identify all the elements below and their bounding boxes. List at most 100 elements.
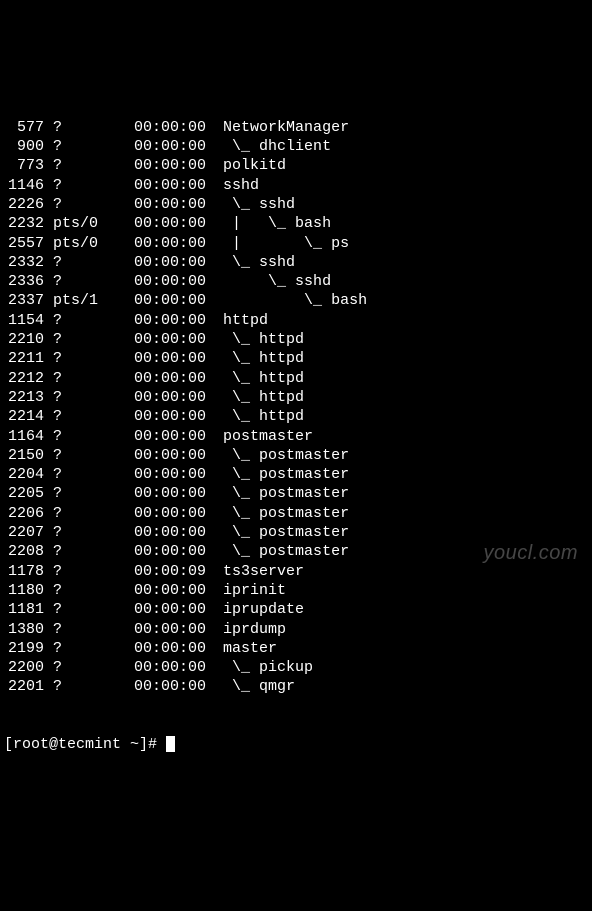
pid: 900 <box>4 137 44 156</box>
command: \_ httpd <box>223 369 304 388</box>
process-row: 2204 ? 00:00:00 \_ postmaster <box>4 465 588 484</box>
time: 00:00:00 <box>134 330 214 349</box>
command: \_ postmaster <box>223 484 349 503</box>
process-row: 1154 ? 00:00:00 httpd <box>4 311 588 330</box>
process-row: 1181 ? 00:00:00 iprupdate <box>4 600 588 619</box>
pid: 1181 <box>4 600 44 619</box>
process-row: 2557 pts/0 00:00:00 | \_ ps <box>4 234 588 253</box>
process-row: 2226 ? 00:00:00 \_ sshd <box>4 195 588 214</box>
tty: ? <box>53 137 107 156</box>
pid: 2208 <box>4 542 44 561</box>
command: \_ dhclient <box>223 137 331 156</box>
command: \_ sshd <box>223 253 295 272</box>
command: \_ pickup <box>223 658 313 677</box>
terminal-output[interactable]: 577 ? 00:00:00 NetworkManager900 ? 00:00… <box>0 77 592 776</box>
time: 00:00:00 <box>134 195 214 214</box>
pid: 2201 <box>4 677 44 696</box>
pid: 773 <box>4 156 44 175</box>
tty: ? <box>53 600 107 619</box>
tty: ? <box>53 407 107 426</box>
pid: 2213 <box>4 388 44 407</box>
process-row: 2200 ? 00:00:00 \_ pickup <box>4 658 588 677</box>
command: postmaster <box>223 427 313 446</box>
process-row: 2211 ? 00:00:00 \_ httpd <box>4 349 588 368</box>
time: 00:00:00 <box>134 484 214 503</box>
tty: ? <box>53 465 107 484</box>
tty: ? <box>53 677 107 696</box>
tty: ? <box>53 330 107 349</box>
pid: 2336 <box>4 272 44 291</box>
command: iprdump <box>223 620 286 639</box>
tty: ? <box>53 253 107 272</box>
command: \_ bash <box>223 291 367 310</box>
pid: 1178 <box>4 562 44 581</box>
tty: ? <box>53 349 107 368</box>
tty: ? <box>53 369 107 388</box>
command: \_ postmaster <box>223 465 349 484</box>
pid: 2207 <box>4 523 44 542</box>
time: 00:00:00 <box>134 369 214 388</box>
time: 00:00:00 <box>134 291 214 310</box>
tty: ? <box>53 523 107 542</box>
pid: 1154 <box>4 311 44 330</box>
process-row: 2332 ? 00:00:00 \_ sshd <box>4 253 588 272</box>
process-row: 773 ? 00:00:00 polkitd <box>4 156 588 175</box>
command: sshd <box>223 176 259 195</box>
command: \_ httpd <box>223 407 304 426</box>
tty: ? <box>53 427 107 446</box>
time: 00:00:00 <box>134 504 214 523</box>
process-row: 2206 ? 00:00:00 \_ postmaster <box>4 504 588 523</box>
time: 00:00:00 <box>134 600 214 619</box>
pid: 1146 <box>4 176 44 195</box>
pid: 2206 <box>4 504 44 523</box>
tty: ? <box>53 118 107 137</box>
tty: ? <box>53 639 107 658</box>
time: 00:00:00 <box>134 176 214 195</box>
process-row: 2212 ? 00:00:00 \_ httpd <box>4 369 588 388</box>
time: 00:00:00 <box>134 388 214 407</box>
time: 00:00:00 <box>134 311 214 330</box>
prompt-text: [root@tecmint ~]# <box>4 736 166 753</box>
process-row: 2337 pts/1 00:00:00 \_ bash <box>4 291 588 310</box>
process-row: 2208 ? 00:00:00 \_ postmaster <box>4 542 588 561</box>
tty: ? <box>53 176 107 195</box>
pid: 2232 <box>4 214 44 233</box>
time: 00:00:00 <box>134 542 214 561</box>
process-row: 577 ? 00:00:00 NetworkManager <box>4 118 588 137</box>
time: 00:00:00 <box>134 639 214 658</box>
time: 00:00:00 <box>134 446 214 465</box>
tty: pts/0 <box>53 214 107 233</box>
tty: ? <box>53 388 107 407</box>
process-row: 2214 ? 00:00:00 \_ httpd <box>4 407 588 426</box>
time: 00:00:00 <box>134 523 214 542</box>
tty: ? <box>53 484 107 503</box>
process-row: 2201 ? 00:00:00 \_ qmgr <box>4 677 588 696</box>
time: 00:00:00 <box>134 214 214 233</box>
tty: pts/1 <box>53 291 107 310</box>
tty: ? <box>53 562 107 581</box>
command: \_ httpd <box>223 349 304 368</box>
process-row: 1380 ? 00:00:00 iprdump <box>4 620 588 639</box>
process-row: 2232 pts/0 00:00:00 | \_ bash <box>4 214 588 233</box>
pid: 2211 <box>4 349 44 368</box>
process-row: 2207 ? 00:00:00 \_ postmaster <box>4 523 588 542</box>
command: \_ postmaster <box>223 504 349 523</box>
tty: ? <box>53 658 107 677</box>
pid: 2199 <box>4 639 44 658</box>
process-row: 900 ? 00:00:00 \_ dhclient <box>4 137 588 156</box>
time: 00:00:00 <box>134 118 214 137</box>
time: 00:00:00 <box>134 349 214 368</box>
process-row: 2199 ? 00:00:00 master <box>4 639 588 658</box>
process-row: 2336 ? 00:00:00 \_ sshd <box>4 272 588 291</box>
command: \_ sshd <box>223 195 295 214</box>
command: ts3server <box>223 562 304 581</box>
tty: ? <box>53 311 107 330</box>
tty: ? <box>53 620 107 639</box>
tty: ? <box>53 272 107 291</box>
pid: 2337 <box>4 291 44 310</box>
shell-prompt[interactable]: [root@tecmint ~]# <box>4 735 588 754</box>
pid: 2212 <box>4 369 44 388</box>
tty: ? <box>53 504 107 523</box>
process-row: 2205 ? 00:00:00 \_ postmaster <box>4 484 588 503</box>
time: 00:00:00 <box>134 272 214 291</box>
